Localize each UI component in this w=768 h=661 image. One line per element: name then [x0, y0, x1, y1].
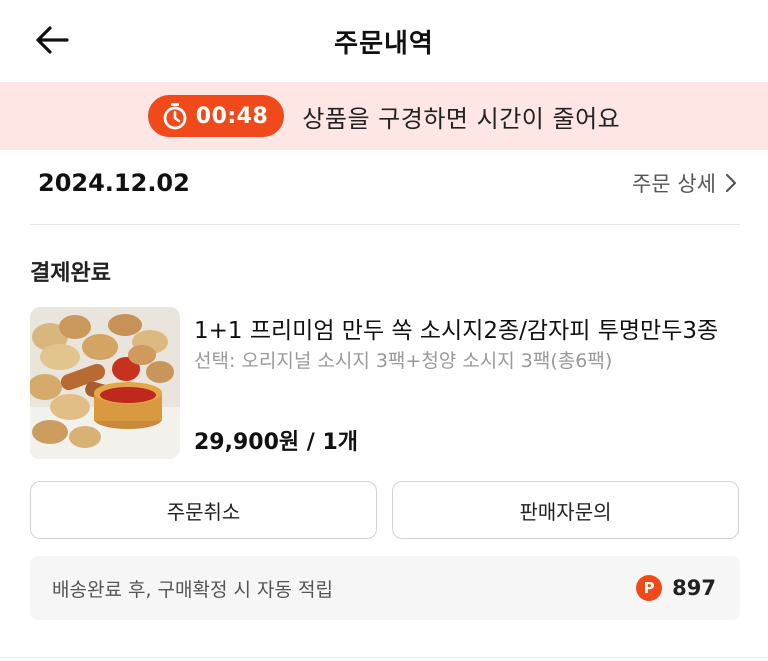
point-icon: P: [636, 575, 663, 601]
order-history-page: 주문내역 00:48 상품을 구경하면 시간이 줄어요 2024.12.02 주…: [0, 0, 768, 661]
product-option: 선택: 오리지널 소시지 3팩+청양 소시지 3팩(총6팩): [194, 350, 613, 372]
stopwatch-icon: [163, 103, 187, 130]
seller-inquiry-button[interactable]: 판매자문의: [392, 481, 739, 539]
chevron-right-icon: [725, 173, 737, 193]
product-price: 29,900원 / 1개: [194, 430, 359, 455]
cancel-order-button[interactable]: 주문취소: [30, 481, 377, 539]
product-name[interactable]: 1+1 프리미엄 만두 쏙 소시지2종/감자피 투명만두3종: [194, 311, 754, 345]
points-note: 배송완료 후, 구매확정 시 자동 적립: [52, 578, 333, 601]
product-thumbnail[interactable]: [30, 307, 180, 459]
app-header: 주문내역: [0, 0, 768, 82]
order-date: 2024.12.02: [38, 169, 190, 197]
timer-banner[interactable]: 00:48 상품을 구경하면 시간이 줄어요: [0, 82, 768, 150]
order-detail-label: 주문 상세: [632, 172, 716, 196]
section-divider: [30, 224, 740, 225]
bottom-divider: [0, 657, 768, 658]
points-value: P 897: [636, 575, 716, 601]
back-button[interactable]: [28, 20, 76, 60]
points-amount: 897: [672, 576, 716, 600]
timer-badge: 00:48: [147, 95, 285, 137]
order-detail-link[interactable]: 주문 상세: [632, 168, 738, 198]
product-image: [30, 307, 180, 459]
banner-message: 상품을 구경하면 시간이 줄어요: [302, 104, 621, 133]
order-status: 결제완료: [30, 261, 111, 286]
points-info-box: 배송완료 후, 구매확정 시 자동 적립 P 897: [30, 556, 740, 620]
page-title: 주문내역: [334, 28, 434, 59]
order-date-row: 2024.12.02 주문 상세: [38, 160, 738, 206]
arrow-left-icon: [36, 26, 69, 54]
timer-value: 00:48: [195, 103, 269, 129]
